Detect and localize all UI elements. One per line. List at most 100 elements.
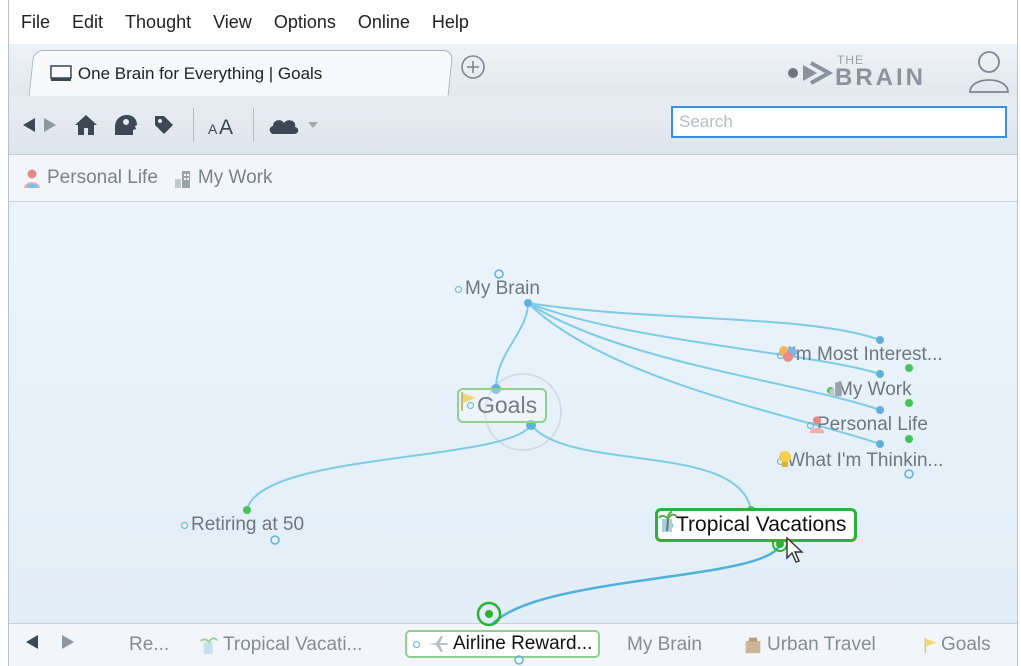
palm-tree-icon	[658, 511, 678, 532]
cloud-sync-button[interactable]	[263, 110, 323, 140]
building-icon	[174, 171, 190, 188]
tag-icon	[155, 116, 173, 134]
app-window: File Edit Thought View Options Online He…	[8, 0, 1018, 666]
connector-dot	[876, 370, 884, 378]
tab-brain[interactable]: One Brain for Everything | Goals	[28, 50, 454, 96]
tab-strip: One Brain for Everything | Goals THE BRA…	[9, 44, 1017, 97]
flag-icon	[924, 638, 937, 653]
thought-goals-active[interactable]: Goals	[457, 388, 548, 423]
tab-title: One Brain for Everything | Goals	[77, 63, 323, 83]
thought-label: My Brain	[465, 278, 540, 299]
thought-tropical-vacations[interactable]: Tropical Vacations	[655, 508, 858, 542]
thought-most-interested[interactable]: I'm Most Interest...	[777, 344, 943, 366]
forward-arrow-icon	[62, 635, 74, 649]
chevron-down-icon	[308, 122, 318, 128]
menu-options[interactable]: Options	[274, 12, 336, 33]
forward-arrow-icon	[44, 118, 56, 132]
pin-label: Personal Life	[47, 167, 158, 188]
connector-dot	[876, 406, 884, 414]
link-jump	[527, 302, 881, 341]
brain-head-icon	[115, 115, 137, 135]
cloud-icon	[269, 120, 299, 134]
brand-logo: THE BRAIN	[779, 52, 954, 91]
toolbar-divider	[193, 108, 194, 142]
palm-tree-icon	[200, 637, 218, 655]
plex-view: My Brain Goals Retiring at 50 Tropical V…	[9, 202, 1017, 624]
font-size-icon: A A	[208, 116, 233, 137]
menu-thought[interactable]: Thought	[125, 12, 191, 33]
back-button[interactable]	[19, 110, 39, 140]
search-input[interactable]	[671, 106, 1007, 138]
airplane-icon	[428, 636, 448, 652]
connector-dot	[514, 655, 524, 665]
thought-dot	[455, 285, 462, 293]
pin-personal-life[interactable]: Personal Life	[21, 167, 158, 189]
building-icon	[745, 637, 761, 654]
history-forward-button[interactable]	[61, 634, 75, 650]
menu-online[interactable]: Online	[358, 12, 410, 33]
history-label: Urban Travel	[767, 634, 876, 655]
history-item[interactable]: My Brain	[627, 634, 702, 656]
connector-dot	[876, 336, 884, 344]
menu-file[interactable]: File	[21, 12, 50, 33]
thought-label: Tropical Vacations	[676, 513, 847, 536]
thought-label: Personal Life	[817, 414, 928, 435]
home-icon	[75, 115, 97, 135]
history-label: Goals	[941, 634, 991, 655]
link-endpoint-marker	[476, 601, 502, 627]
history-label: Airline Reward...	[453, 633, 593, 654]
thought-dot	[181, 521, 188, 529]
menu-edit[interactable]: Edit	[72, 12, 103, 33]
user-account-icon[interactable]	[964, 48, 1014, 94]
menu-view[interactable]: View	[213, 12, 252, 33]
thought-my-work[interactable]: My Work	[827, 379, 912, 401]
history-label: Re...	[129, 634, 170, 655]
pin-label: My Work	[197, 167, 273, 188]
history-item[interactable]: Tropical Vacati...	[199, 634, 362, 656]
pins-bar: Personal Life My Work	[9, 155, 1017, 202]
thought-label: Retiring at 50	[191, 514, 305, 535]
forward-button[interactable]	[41, 110, 59, 140]
history-label: Tropical Vacati...	[223, 634, 363, 655]
history-back-button[interactable]	[25, 634, 39, 650]
thought-label: Goals	[477, 392, 538, 418]
connector-dot	[905, 435, 913, 443]
home-button[interactable]	[71, 110, 101, 140]
history-item[interactable]: Goals	[923, 634, 991, 656]
thought-label: What I'm Thinkin...	[787, 450, 944, 471]
computer-icon	[50, 65, 72, 81]
toolbar-divider	[253, 108, 254, 142]
thought-my-brain[interactable]: My Brain	[455, 278, 540, 300]
add-tab-icon	[461, 55, 485, 79]
tag-button[interactable]	[149, 110, 179, 140]
lightbulb-icon	[779, 451, 791, 467]
thought-what-im-thinking[interactable]: What I'm Thinkin...	[777, 450, 943, 472]
back-arrow-icon	[26, 635, 38, 649]
menu-help[interactable]: Help	[432, 12, 469, 33]
thought-label: I'm Most Interest...	[787, 344, 943, 365]
connector-dot	[494, 269, 504, 279]
thought-dot	[413, 640, 420, 648]
flag-icon	[461, 392, 476, 411]
thought-personal-life[interactable]: Personal Life	[807, 414, 928, 436]
pin-my-work[interactable]: My Work	[172, 167, 273, 189]
svg-text:A: A	[219, 116, 233, 137]
thought-retiring-at-50[interactable]: Retiring at 50	[181, 514, 304, 536]
svg-text:A: A	[208, 121, 218, 137]
person-icon	[24, 169, 40, 188]
history-bar: Re... Tropical Vacati... Airline Reward.…	[9, 601, 1017, 666]
thought-label: My Work	[837, 379, 912, 400]
history-item[interactable]: Urban Travel	[743, 634, 876, 656]
menu-bar: File Edit Thought View Options Online He…	[9, 0, 1017, 44]
person-icon	[809, 416, 825, 434]
brain-button[interactable]	[109, 110, 141, 140]
font-size-button[interactable]: A A	[203, 110, 243, 140]
connector-dot	[524, 299, 532, 307]
history-item[interactable]: Re...	[129, 634, 169, 656]
connector-dot	[243, 506, 251, 514]
connector-dot	[270, 535, 280, 545]
new-tab-button[interactable]	[459, 53, 487, 81]
history-item-current[interactable]: Airline Reward...	[405, 630, 601, 658]
link-child	[530, 424, 752, 511]
brand-big-text: BRAIN	[835, 64, 926, 91]
